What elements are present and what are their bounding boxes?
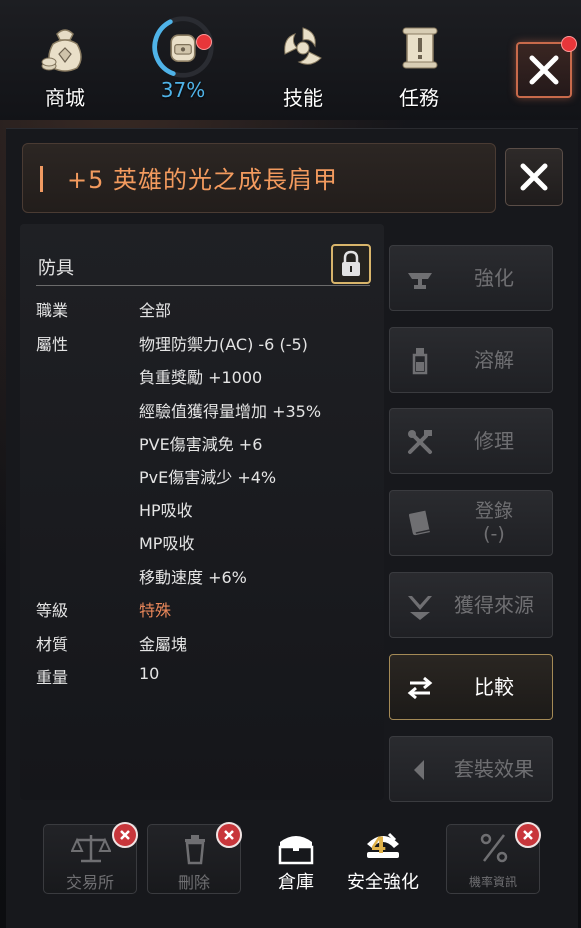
dissolve-button[interactable]: 溶解 (389, 327, 553, 393)
book-icon (408, 510, 430, 536)
menu-notification-dot (561, 36, 577, 52)
title-accent-bar (40, 166, 43, 192)
item-category: 防具 (38, 258, 74, 279)
exchange-label: 交易所 (65, 873, 114, 892)
stat-value: HP吸收 (139, 501, 193, 520)
close-icon (224, 830, 234, 840)
money-bag-icon (41, 29, 82, 72)
item-stats-panel (20, 224, 384, 800)
stat-value: 10 (139, 664, 160, 683)
close-item-button[interactable] (505, 148, 563, 206)
stat-label: 重量 (36, 668, 69, 687)
bag-menu-item[interactable]: 37% (138, 16, 228, 116)
skills-menu-item[interactable]: 技能 (258, 20, 348, 116)
percent-icon (480, 833, 508, 863)
safe-enhance-badge: 4 (371, 834, 387, 859)
safe-enhance-button[interactable]: 4 安全強化 (333, 826, 433, 894)
stat-value: PVE傷害減免 +6 (139, 435, 263, 454)
set-effect-label: 套裝效果 (454, 757, 534, 781)
delete-label: 刪除 (177, 873, 210, 892)
storage-button[interactable]: 倉庫 (246, 826, 346, 894)
app-root: 商城 37% 技能 任務 +5 英雄的光之成長肩甲 防具 職業 全部 屬性 物理… (0, 0, 581, 928)
enhance-label: 強化 (474, 266, 514, 290)
category-divider (36, 285, 370, 286)
register-button[interactable]: 登錄 (-) (389, 490, 553, 556)
stat-value: MP吸收 (139, 534, 195, 553)
acquisition-source-button[interactable]: 獲得來源 (389, 572, 553, 638)
repair-tools-icon (408, 430, 432, 454)
shop-label: 商城 (45, 86, 85, 110)
stat-label: 材質 (36, 635, 69, 654)
stat-label: 屬性 (36, 335, 69, 354)
swap-arrows-icon (407, 676, 433, 700)
source-marker-icon (408, 596, 432, 620)
backpack-icon (170, 34, 196, 62)
acquisition-source-label: 獲得來源 (454, 593, 534, 617)
close-icon (120, 830, 130, 840)
unavailable-x-badge (112, 822, 138, 848)
stat-value: 負重獎勵 +1000 (139, 368, 263, 387)
trash-can-icon (185, 835, 205, 865)
bag-notification-dot (196, 34, 212, 50)
shop-menu-item[interactable]: 商城 (20, 20, 110, 116)
anvil-icon (408, 273, 432, 289)
compare-label: 比較 (474, 675, 514, 699)
chevron-left-icon (414, 760, 424, 780)
item-title: +5 英雄的光之成長肩甲 (67, 166, 339, 194)
stat-value: 金屬塊 (139, 635, 188, 654)
stat-label: 職業 (36, 301, 69, 320)
skills-swirl-icon (284, 27, 322, 65)
quests-menu-item[interactable]: 任務 (374, 20, 464, 116)
probability-info-label: 機率資訊 (468, 875, 517, 889)
item-title-bar: +5 英雄的光之成長肩甲 (22, 143, 496, 213)
repair-button[interactable]: 修理 (389, 408, 553, 474)
skills-label: 技能 (283, 86, 323, 110)
enhance-button[interactable]: 強化 (389, 245, 553, 311)
close-icon (523, 830, 533, 840)
quests-label: 任務 (399, 86, 439, 110)
lock-button[interactable] (331, 244, 371, 284)
close-icon (520, 163, 548, 191)
dissolve-label: 溶解 (474, 348, 514, 372)
stat-value: 物理防禦力(AC) -6 (-5) (139, 335, 308, 354)
scales-icon (71, 835, 111, 863)
treasure-chest-icon (278, 836, 314, 865)
set-effect-button[interactable]: 套裝效果 (389, 736, 553, 802)
unavailable-x-badge (216, 822, 242, 848)
quest-scroll-icon (402, 27, 438, 69)
stat-value: 經驗值獲得量增加 +35% (139, 402, 322, 421)
compare-button[interactable]: 比較 (389, 654, 553, 720)
close-icon (529, 55, 559, 85)
safe-enhance-label: 安全強化 (347, 872, 419, 893)
stat-label: 等級 (36, 601, 69, 620)
stat-value: 全部 (139, 301, 172, 320)
bag-percent: 37% (160, 78, 206, 102)
potion-bottle-icon (412, 348, 428, 375)
grade-value: 特殊 (139, 601, 172, 620)
unavailable-x-badge (515, 822, 541, 848)
register-label: 登錄 (-) (474, 500, 513, 545)
repair-label: 修理 (474, 429, 514, 453)
stat-value: PvE傷害減少 +4% (139, 468, 277, 487)
lock-icon (342, 250, 360, 276)
storage-label: 倉庫 (278, 872, 314, 893)
stat-value: 移動速度 +6% (139, 568, 247, 587)
